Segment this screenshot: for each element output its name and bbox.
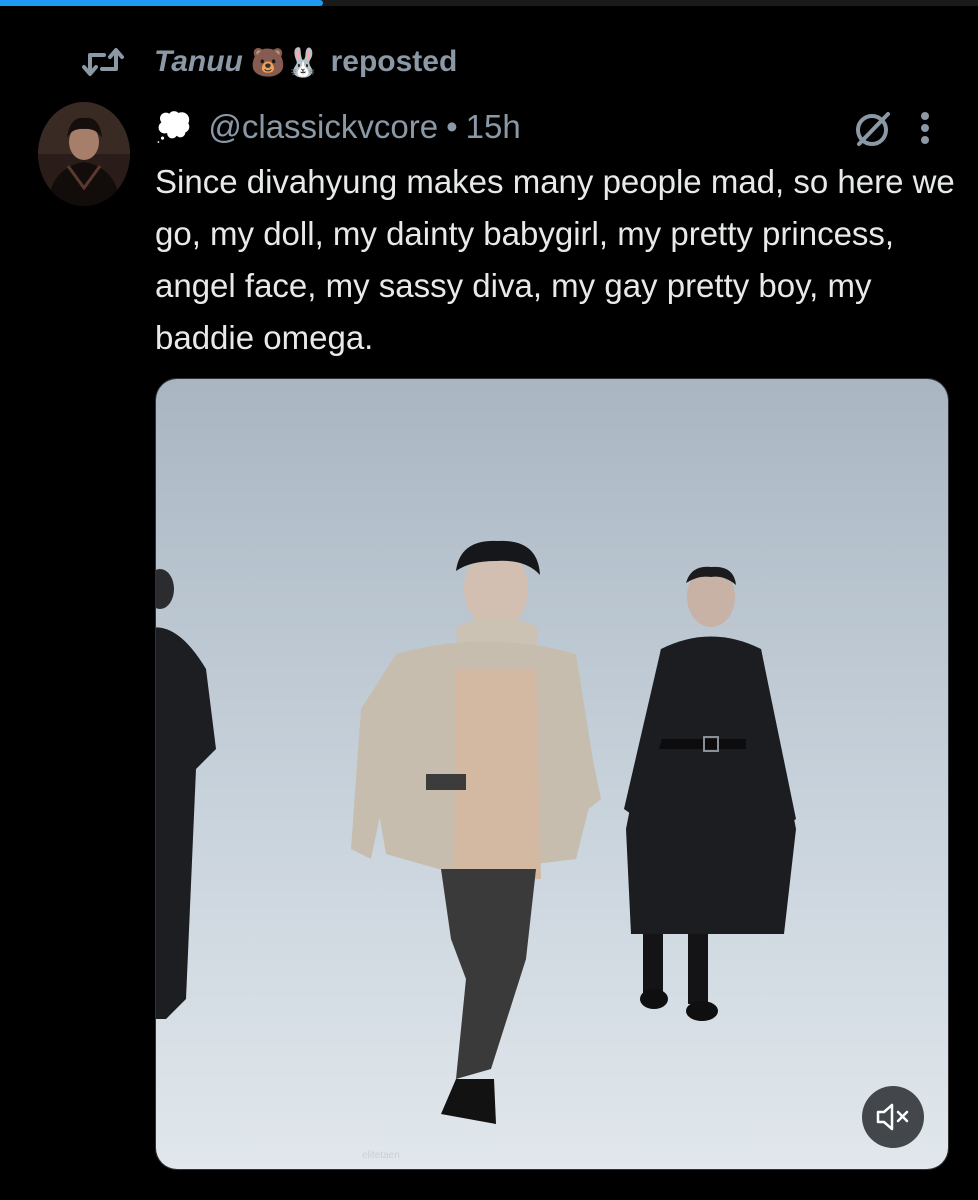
thought-cloud-icon: 💭	[155, 110, 193, 144]
separator-dot: •	[446, 108, 458, 145]
more-options-icon[interactable]	[912, 108, 938, 148]
tweet-text: Since divahyung makes many people mad, s…	[155, 163, 955, 356]
hide-reply-icon[interactable]	[852, 108, 894, 150]
page-progress-bar	[0, 0, 978, 6]
tweet-header: 💭 @classickvcore • 15h	[155, 104, 521, 150]
author-handle[interactable]: @classickvcore	[208, 108, 438, 146]
post-time[interactable]: 15h	[466, 108, 521, 146]
mute-button[interactable]	[862, 1086, 924, 1148]
volume-muted-icon	[876, 1103, 909, 1131]
repost-icon	[82, 48, 124, 76]
repost-indicator[interactable]: Tanuu 🐻🐰 reposted	[82, 40, 457, 84]
video-frame	[156, 379, 948, 1169]
repost-label: reposted	[330, 45, 458, 78]
page-progress-fill	[0, 0, 323, 6]
avatar-image	[38, 102, 130, 206]
reposter-name[interactable]: Tanuu	[154, 45, 243, 79]
reposter-emoji: 🐻🐰	[250, 46, 321, 78]
video-player[interactable]	[155, 378, 949, 1170]
avatar[interactable]	[38, 102, 130, 206]
video-watermark: elitetaen	[362, 1150, 400, 1161]
